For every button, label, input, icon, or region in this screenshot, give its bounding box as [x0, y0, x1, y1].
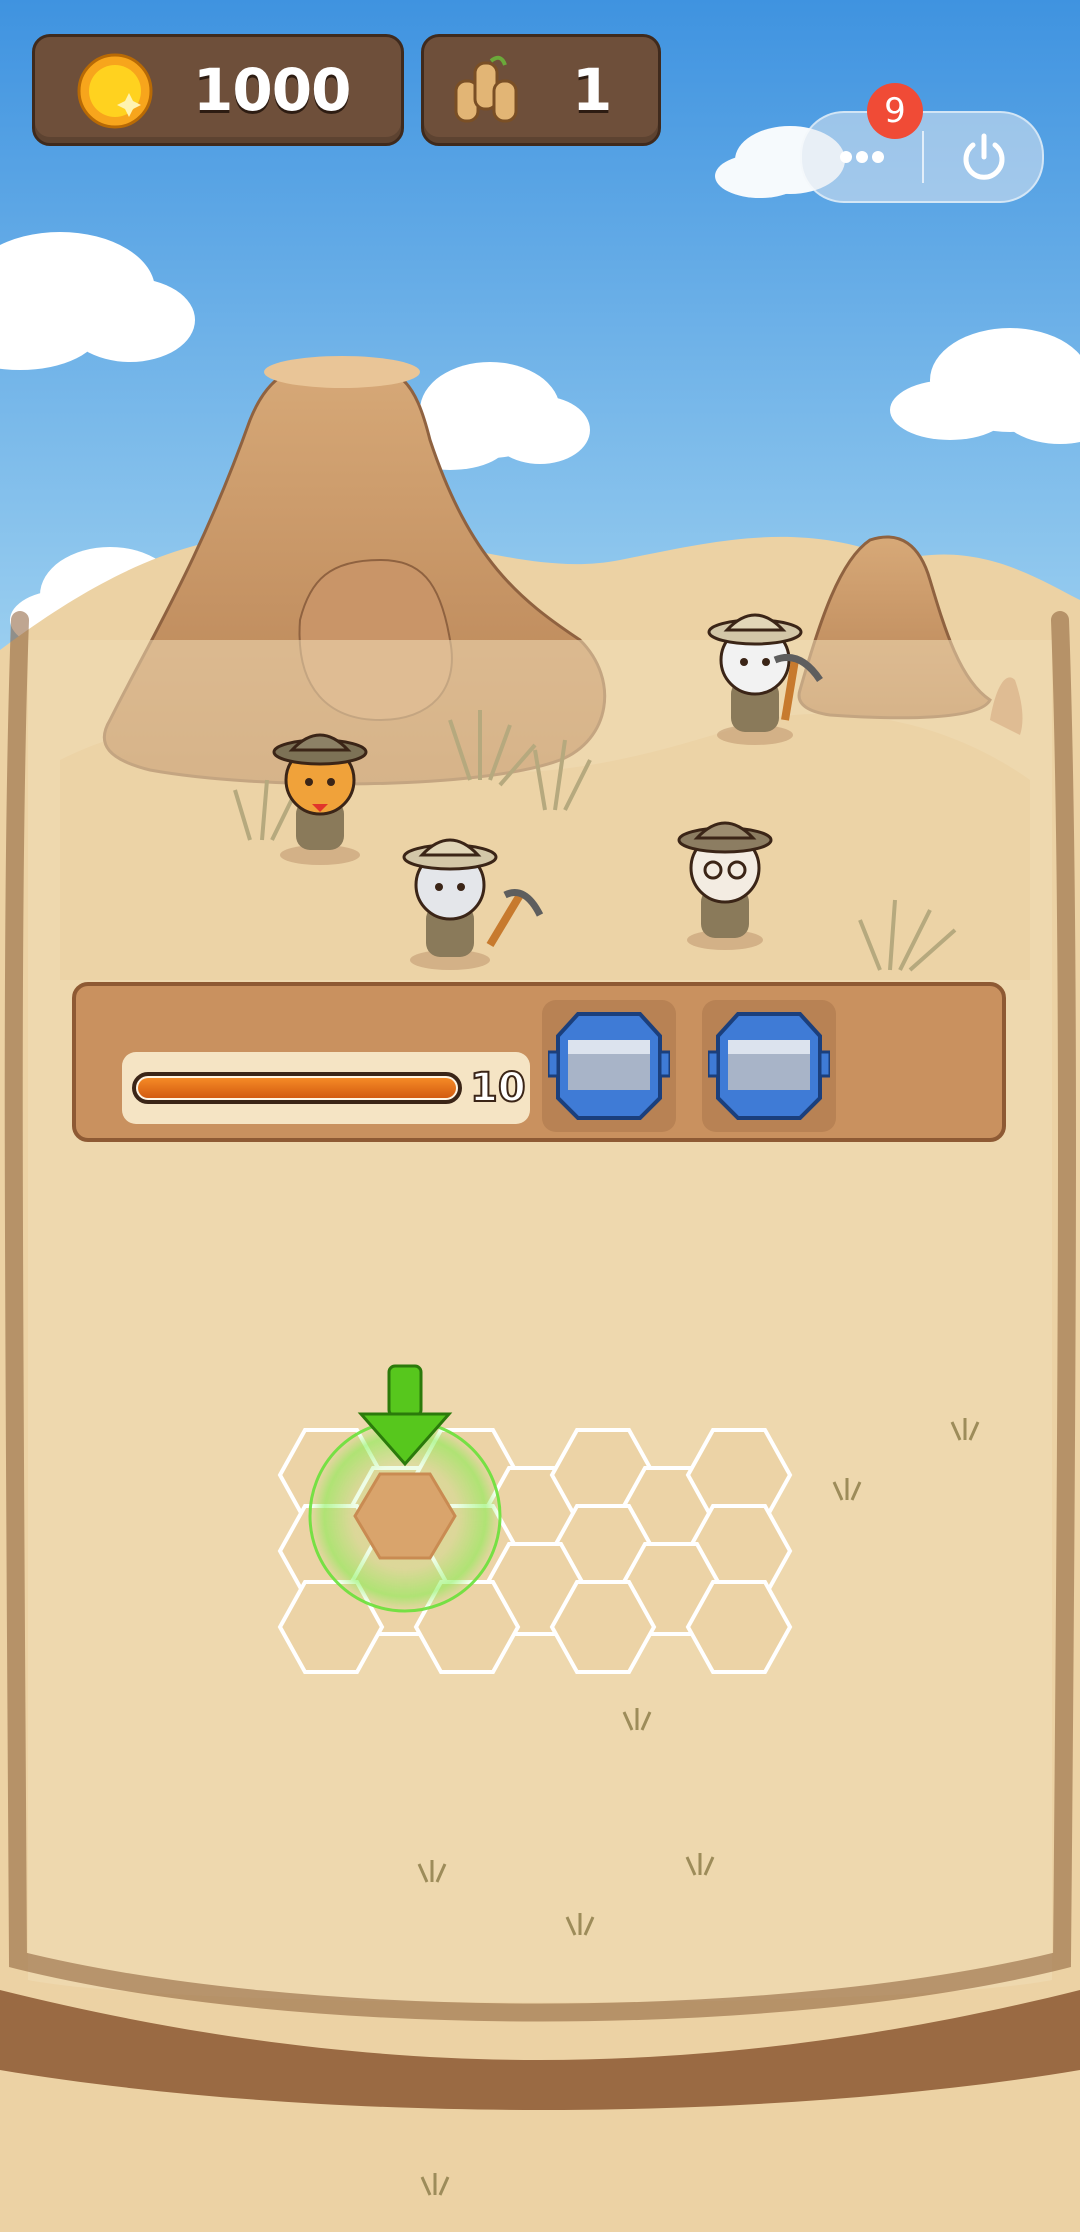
- more-dots-icon: [840, 151, 884, 163]
- notification-badge: 9: [867, 83, 923, 139]
- mini-program-capsule: [800, 111, 1044, 203]
- gold-coin-icon: [77, 53, 153, 129]
- progress-bar: [132, 1072, 462, 1104]
- coin-count: 1000: [193, 56, 351, 124]
- reward-slot[interactable]: [702, 1000, 836, 1132]
- coin-counter: 1000: [32, 34, 404, 146]
- progress-value: 10: [469, 1064, 527, 1112]
- close-button[interactable]: [924, 113, 1042, 201]
- dig-board: [28, 640, 1052, 2003]
- fossil-counter: 1: [421, 34, 661, 146]
- dig-progress-panel: 10: [72, 982, 1006, 1142]
- progress-bar-fill: [138, 1078, 456, 1098]
- empty-crate-slot-icon: [708, 1012, 830, 1120]
- mesa-top: [264, 356, 420, 388]
- fossil-bones-icon: [454, 55, 518, 123]
- fossil-count: 1: [572, 56, 612, 124]
- reward-slot[interactable]: [542, 1000, 676, 1132]
- power-icon: [963, 133, 1005, 180]
- progress-box: 10: [122, 1052, 530, 1124]
- empty-crate-slot-icon: [548, 1012, 670, 1120]
